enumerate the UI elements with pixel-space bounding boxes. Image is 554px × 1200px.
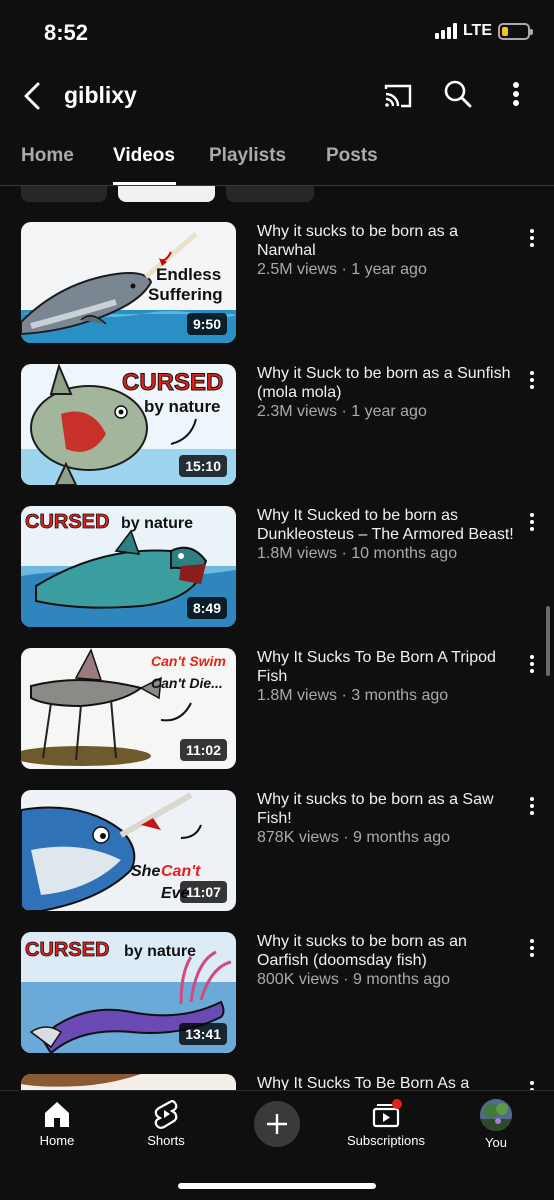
add-icon <box>267 1114 287 1134</box>
video-thumbnail[interactable]: CURSED by nature 8:49 <box>21 506 236 627</box>
signal-icon <box>434 23 457 39</box>
home-indicator[interactable] <box>178 1183 376 1189</box>
thumb-caption: Can't Swim <box>151 653 226 669</box>
filter-chip[interactable] <box>21 186 107 202</box>
video-title[interactable]: Why It Sucks To Be Born A Tripod Fish <box>257 648 519 686</box>
status-bar: 8:52 LTE <box>0 0 554 64</box>
video-title[interactable]: Why it sucks to be born as a Saw Fish! <box>257 790 519 828</box>
video-duration: 8:49 <box>186 597 227 619</box>
channel-header: giblixy <box>0 64 554 128</box>
battery-icon <box>498 22 533 40</box>
status-time: 8:52 <box>44 20 89 45</box>
thumb-caption: CURSED <box>25 511 109 533</box>
create-button[interactable] <box>254 1101 300 1147</box>
video-thumbnail[interactable] <box>21 1074 236 1090</box>
subscriptions-icon <box>372 1099 402 1128</box>
video-item[interactable]: CURSED by nature 15:10 Why it Suck to be… <box>0 364 554 486</box>
video-title[interactable]: Why it sucks to be born as an Oarfish (d… <box>257 932 519 970</box>
video-title-block[interactable]: Why It Sucks To Be Born As a <box>257 1074 519 1090</box>
video-item[interactable]: Endless Suffering 9:50 Why it sucks to b… <box>0 222 554 344</box>
video-item[interactable]: CURSED by nature 13:41 Why it sucks to b… <box>0 932 554 1054</box>
video-more-icon[interactable] <box>526 1078 538 1090</box>
video-more-icon[interactable] <box>526 226 538 250</box>
video-more-icon[interactable] <box>526 510 538 534</box>
video-more-icon[interactable] <box>526 936 538 960</box>
thumb-caption: Can't Die... <box>151 675 223 691</box>
video-meta: 878K views · 9 months ago <box>257 829 450 846</box>
nav-label: Home <box>39 1133 75 1148</box>
video-title-block[interactable]: Why It Sucks To Be Born A Tripod Fish 1.… <box>257 648 519 705</box>
video-title[interactable]: Why It Sucked to be born as Dunkleosteus… <box>257 506 519 544</box>
more-options-icon[interactable] <box>504 78 528 110</box>
video-item[interactable]: She Can't Eve 11:07 Why it sucks to be b… <box>0 790 554 912</box>
video-title-block[interactable]: Why It Sucked to be born as Dunkleosteus… <box>257 506 519 563</box>
avatar <box>480 1099 512 1131</box>
home-icon <box>45 1102 69 1127</box>
tab-playlists[interactable]: Playlists <box>209 145 286 167</box>
tab-home[interactable]: Home <box>21 145 74 167</box>
thumb-caption: CURSED <box>122 369 223 396</box>
filter-chips <box>0 186 554 204</box>
video-more-icon[interactable] <box>526 794 538 818</box>
cast-icon[interactable] <box>382 80 414 112</box>
video-title-block[interactable]: Why it sucks to be born as a Saw Fish! 8… <box>257 790 519 847</box>
thumb-caption: by nature <box>124 943 196 960</box>
nav-label: Subscriptions <box>346 1133 426 1148</box>
video-meta: 2.3M views · 1 year ago <box>257 403 427 420</box>
search-icon[interactable] <box>442 78 474 110</box>
status-indicators: LTE <box>434 22 533 40</box>
tab-posts[interactable]: Posts <box>326 145 378 167</box>
video-list: Endless Suffering 9:50 Why it sucks to b… <box>0 222 554 1090</box>
active-tab-indicator <box>113 182 176 185</box>
video-item[interactable]: Why It Sucks To Be Born As a <box>0 1074 554 1090</box>
video-title-block[interactable]: Why it Suck to be born as a Sunfish (mol… <box>257 364 519 421</box>
video-item[interactable]: Can't Swim Can't Die... 11:02 Why It Suc… <box>0 648 554 770</box>
video-thumbnail[interactable]: CURSED by nature 15:10 <box>21 364 236 485</box>
video-title-block[interactable]: Why it sucks to be born as an Oarfish (d… <box>257 932 519 989</box>
thumb-caption: Endless <box>156 265 221 284</box>
video-thumbnail[interactable]: Can't Swim Can't Die... 11:02 <box>21 648 236 769</box>
nav-label: Shorts <box>147 1133 185 1148</box>
video-title[interactable]: Why it sucks to be born as a Narwhal <box>257 222 519 260</box>
video-duration: 9:50 <box>186 313 227 335</box>
video-duration: 15:10 <box>179 455 227 477</box>
video-duration: 11:02 <box>179 739 227 761</box>
channel-name: giblixy <box>64 82 137 108</box>
thumb-caption: by nature <box>144 397 221 416</box>
video-thumbnail[interactable]: She Can't Eve 11:07 <box>21 790 236 911</box>
thumb-caption: by nature <box>121 515 193 532</box>
video-title[interactable]: Why It Sucks To Be Born As a <box>257 1074 519 1090</box>
tab-videos[interactable]: Videos <box>113 145 175 167</box>
video-thumbnail[interactable]: Endless Suffering 9:50 <box>21 222 236 343</box>
video-item[interactable]: CURSED by nature 8:49 Why It Sucked to b… <box>0 506 554 628</box>
video-more-icon[interactable] <box>526 652 538 676</box>
video-meta: 2.5M views · 1 year ago <box>257 261 427 278</box>
back-arrow-icon[interactable] <box>18 76 50 116</box>
video-more-icon[interactable] <box>526 368 538 392</box>
nav-shorts[interactable]: Shorts <box>111 1099 221 1148</box>
video-title-block[interactable]: Why it sucks to be born as a Narwhal 2.5… <box>257 222 519 279</box>
network-label: LTE <box>462 22 492 39</box>
video-title[interactable]: Why it Suck to be born as a Sunfish (mol… <box>257 364 519 402</box>
channel-tabs: Home Videos Playlists Posts <box>0 128 554 186</box>
filter-chip-selected[interactable] <box>118 186 215 202</box>
nav-label: You <box>485 1135 507 1150</box>
thumb-caption: Suffering <box>148 285 223 304</box>
thumb-caption: Can't <box>161 863 201 880</box>
nav-subscriptions[interactable]: Subscriptions <box>331 1099 441 1148</box>
shorts-icon <box>154 1100 178 1129</box>
video-duration: 11:07 <box>179 881 227 903</box>
video-duration: 13:41 <box>179 1023 227 1045</box>
video-meta: 800K views · 9 months ago <box>257 971 450 988</box>
video-thumbnail[interactable]: CURSED by nature 13:41 <box>21 932 236 1053</box>
video-meta: 1.8M views · 10 months ago <box>257 545 458 562</box>
scrollbar[interactable] <box>546 606 550 676</box>
nav-home[interactable]: Home <box>2 1099 112 1148</box>
filter-chip[interactable] <box>226 186 314 202</box>
video-meta: 1.8M views · 3 months ago <box>257 687 449 704</box>
nav-you[interactable]: You <box>441 1099 551 1150</box>
thumb-caption: She <box>131 863 160 880</box>
thumb-caption: CURSED <box>25 939 109 961</box>
